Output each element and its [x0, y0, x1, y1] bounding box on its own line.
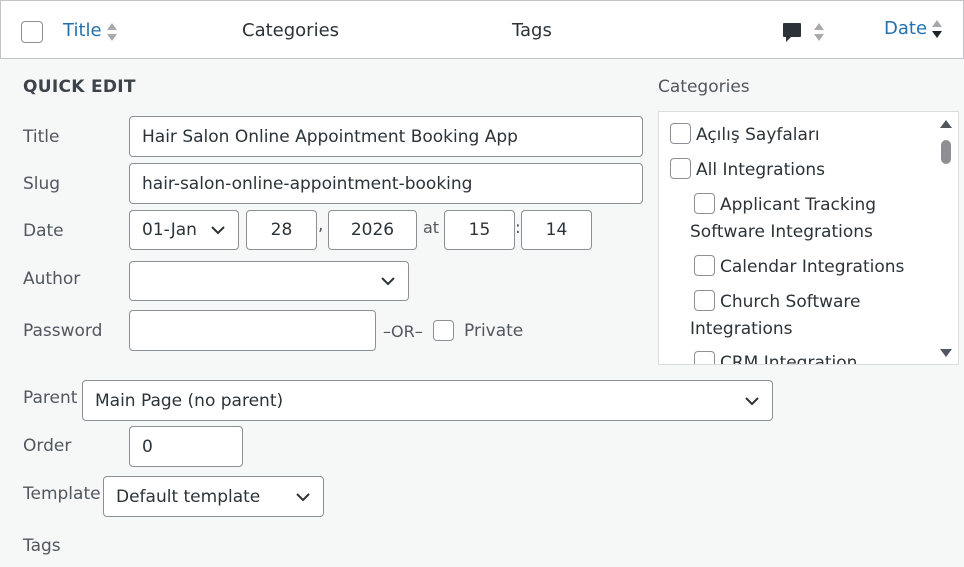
slug-label: Slug	[23, 174, 61, 194]
minute-input[interactable]: 14	[521, 210, 592, 250]
comments-sort-arrows-icon[interactable]	[813, 22, 825, 42]
month-select-value: 01-Jan	[142, 220, 197, 240]
categories-checklist[interactable]: Açılış Sayfaları All Integrations Applic…	[658, 111, 959, 365]
category-item[interactable]: Church Software	[694, 289, 861, 316]
chevron-down-icon	[211, 226, 225, 235]
chevron-down-icon	[381, 277, 395, 286]
date-label: Date	[23, 221, 64, 241]
category-label: CRM Integration	[720, 353, 858, 365]
password-label: Password	[23, 321, 103, 341]
scroll-down-icon[interactable]	[939, 348, 953, 358]
template-select[interactable]: Default template	[103, 476, 324, 517]
category-checkbox[interactable]	[694, 290, 715, 311]
author-label: Author	[23, 269, 81, 289]
slug-input-value: hair-salon-online-appointment-booking	[142, 173, 473, 194]
date-sort-arrows-icon[interactable]	[931, 19, 943, 39]
category-item[interactable]: All Integrations	[670, 157, 825, 184]
date-comma: ,	[318, 215, 324, 235]
chevron-down-icon	[296, 492, 310, 501]
order-label: Order	[23, 436, 72, 456]
parent-label: Parent	[23, 388, 78, 408]
year-input-value: 2026	[350, 220, 395, 240]
month-select[interactable]: 01-Jan	[129, 210, 239, 250]
category-checkbox[interactable]	[670, 123, 691, 144]
category-checkbox[interactable]	[694, 255, 715, 276]
sort-arrows-icon[interactable]	[106, 22, 118, 42]
template-label: Template	[23, 484, 101, 504]
category-item[interactable]: Açılış Sayfaları	[670, 122, 820, 149]
year-input[interactable]: 2026	[328, 210, 417, 250]
scroll-up-icon[interactable]	[939, 119, 953, 129]
category-item[interactable]: Applicant Tracking	[694, 192, 876, 219]
category-label: Applicant Tracking	[720, 195, 877, 215]
category-label: Church Software	[720, 292, 861, 312]
private-label: Private	[464, 321, 524, 341]
slug-input[interactable]: hair-salon-online-appointment-booking	[129, 163, 643, 204]
hour-input[interactable]: 15	[444, 210, 515, 250]
scrollbar-thumb[interactable]	[941, 140, 951, 164]
parent-select[interactable]: Main Page (no parent)	[82, 380, 773, 421]
category-label-continued: Integrations	[690, 319, 793, 339]
minute-input-value: 14	[545, 220, 568, 240]
day-input[interactable]: 28	[246, 210, 317, 250]
day-input-value: 28	[270, 220, 293, 240]
title-input-value: Hair Salon Online Appointment Booking Ap…	[142, 126, 518, 147]
chevron-down-icon	[745, 396, 759, 405]
hour-input-value: 15	[468, 220, 491, 240]
categories-heading: Categories	[658, 77, 750, 97]
categories-scrollbar[interactable]	[934, 112, 958, 364]
category-item[interactable]: CRM Integration	[694, 350, 858, 365]
category-checkbox[interactable]	[694, 351, 715, 364]
categories-column-header: Categories	[242, 20, 340, 41]
category-checkbox[interactable]	[694, 193, 715, 214]
category-label-continued: Software Integrations	[690, 222, 873, 242]
order-input[interactable]: 0	[129, 426, 243, 467]
tags-column-header: Tags	[512, 20, 552, 41]
password-input[interactable]	[129, 310, 376, 351]
title-column-header[interactable]: Title	[63, 20, 102, 41]
date-column-header[interactable]: Date	[884, 18, 927, 39]
or-separator: –OR–	[383, 322, 423, 341]
parent-select-value: Main Page (no parent)	[95, 390, 284, 411]
select-all-checkbox[interactable]	[21, 21, 43, 43]
title-label: Title	[23, 127, 60, 147]
order-input-value: 0	[142, 436, 153, 457]
table-header-row: Title Categories Tags Date	[0, 0, 964, 59]
time-colon: :	[515, 218, 521, 238]
comment-bubble-icon[interactable]	[782, 22, 802, 49]
template-select-value: Default template	[116, 486, 261, 507]
category-item[interactable]: Calendar Integrations	[694, 254, 904, 281]
quick-edit-heading: QUICK EDIT	[23, 77, 136, 97]
category-label: Açılış Sayfaları	[696, 125, 820, 145]
category-label: All Integrations	[696, 160, 826, 180]
category-checkbox[interactable]	[670, 158, 691, 179]
tags-label: Tags	[23, 536, 61, 556]
date-at-text: at	[423, 218, 440, 237]
title-input[interactable]: Hair Salon Online Appointment Booking Ap…	[129, 116, 643, 157]
category-label: Calendar Integrations	[720, 257, 905, 277]
author-select[interactable]	[129, 261, 409, 301]
private-checkbox[interactable]	[433, 320, 454, 341]
